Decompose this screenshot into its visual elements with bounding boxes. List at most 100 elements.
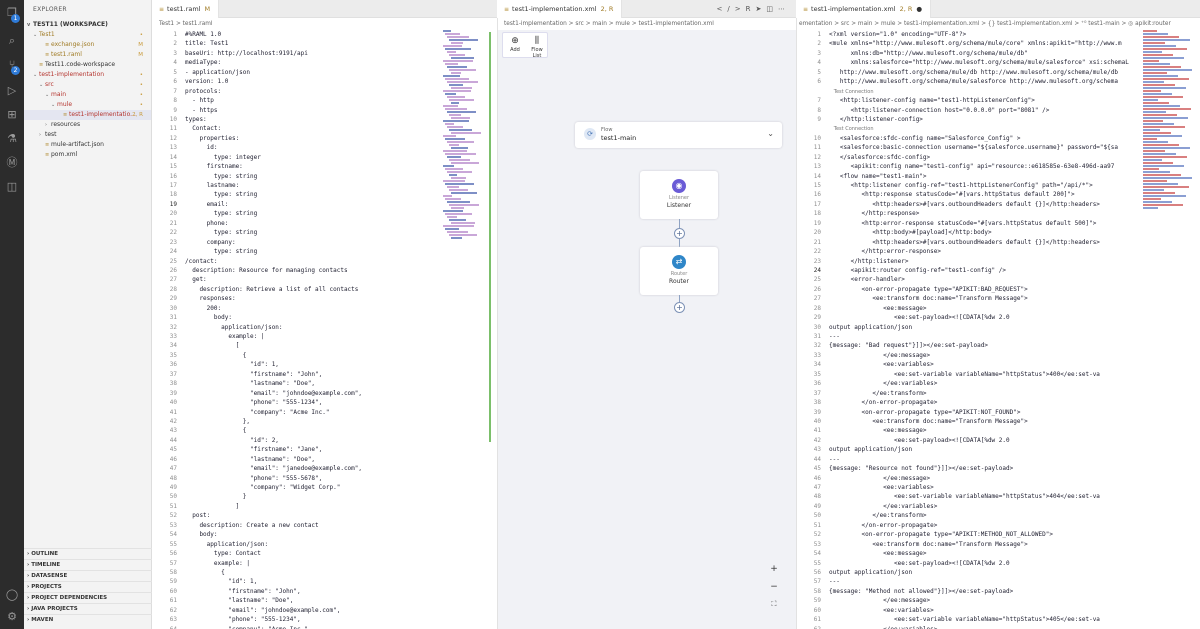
code-line: 61 <ee:set-variable variableName="httpSt… bbox=[797, 615, 1138, 624]
minimap-line bbox=[445, 153, 476, 155]
code-line: 46 </ee:message> bbox=[797, 474, 1138, 483]
tree-item[interactable]: ≡ test1.raml M bbox=[24, 50, 151, 60]
line-number: 53 bbox=[813, 540, 821, 548]
testing-icon[interactable]: ⚗ bbox=[5, 132, 19, 146]
code-lens[interactable]: Test Connection bbox=[829, 126, 874, 132]
accounts-icon[interactable]: ◯ bbox=[5, 588, 19, 602]
line-number: 24 bbox=[813, 266, 821, 274]
split-editor-icon[interactable]: ◫ bbox=[766, 5, 778, 13]
code-text: </ee:variables> bbox=[829, 626, 937, 629]
mulesoft-icon[interactable]: Ⓜ bbox=[5, 156, 19, 170]
tree-item[interactable]: ⌄ src • bbox=[24, 80, 151, 90]
zoom-in-button[interactable]: + bbox=[768, 564, 780, 574]
run-debug-icon[interactable]: ▷ bbox=[5, 84, 19, 98]
minimap-line bbox=[443, 165, 454, 167]
tree-item[interactable]: › resources bbox=[24, 120, 151, 130]
tree-item[interactable]: ⌄ test1-implementation • bbox=[24, 70, 151, 80]
add-component-plus-icon[interactable]: + bbox=[674, 302, 685, 313]
line-number: 18 bbox=[813, 210, 821, 218]
tree-item[interactable]: ≡ Test11.code-workspace bbox=[24, 60, 151, 70]
code-text: "id": 1, bbox=[185, 361, 279, 369]
settings-gear-icon[interactable]: ⚙ bbox=[5, 610, 19, 624]
section-timeline[interactable]: › TIMELINE bbox=[24, 559, 152, 570]
minimap-line bbox=[1143, 162, 1173, 164]
raml-scrollbar[interactable] bbox=[489, 32, 491, 442]
xml-code-editor[interactable]: 1 <?xml version="1.0" encoding="UTF-8"?> 2… bbox=[797, 30, 1138, 629]
more-icon[interactable]: ⋯ bbox=[778, 5, 790, 13]
unsaved-dot-icon[interactable]: ● bbox=[916, 5, 922, 13]
section-projects[interactable]: › PROJECTS bbox=[24, 581, 152, 592]
code-line: 56 output application/json bbox=[797, 568, 1138, 577]
chevron-down-icon[interactable]: ⌄ bbox=[767, 129, 774, 138]
minimap-line bbox=[443, 105, 458, 107]
minimap-line bbox=[1143, 204, 1183, 206]
tab-flow-implementation[interactable]: ≡ test1-implementation.xml 2, R bbox=[498, 0, 623, 18]
raml-minimap[interactable] bbox=[443, 30, 481, 260]
code-text: "firstname": "John", bbox=[185, 370, 323, 378]
line-number: 4 bbox=[173, 59, 177, 67]
code-icon[interactable]: </> bbox=[717, 5, 746, 13]
tree-item[interactable]: ⌄ mule • bbox=[24, 100, 151, 110]
tree-item[interactable]: ≡ pom.xml bbox=[24, 150, 151, 160]
line-number: 28 bbox=[169, 285, 177, 293]
tab-xml-implementation[interactable]: ≡ test1-implementation.xml 2, R ● bbox=[797, 0, 932, 18]
breadcrumb[interactable]: Test1 > test1.raml bbox=[153, 18, 497, 30]
tree-item[interactable]: ≡ exchange.json M bbox=[24, 40, 151, 50]
section-maven[interactable]: › MAVEN bbox=[24, 614, 152, 625]
tree-item[interactable]: ⌄ main • bbox=[24, 90, 151, 100]
line-number: 3 bbox=[817, 49, 821, 57]
add-button[interactable]: ⊕ Add bbox=[505, 35, 525, 57]
extensions-icon[interactable]: ⊞ bbox=[5, 108, 19, 122]
tree-item[interactable]: ≡ test1-implementatio... 2, R bbox=[24, 110, 151, 120]
tree-item[interactable]: ≡ mule-artifact.json bbox=[24, 140, 151, 150]
flow-list-button[interactable]: ⫼ Flow List bbox=[527, 35, 547, 59]
breadcrumb[interactable]: ementation > src > main > mule > test1-i… bbox=[797, 18, 1200, 30]
minimap-line bbox=[1143, 63, 1170, 65]
add-component-plus-icon[interactable]: + bbox=[674, 228, 685, 239]
workspace-header[interactable]: v TEST11 (WORKSPACE) bbox=[24, 20, 151, 30]
code-lens[interactable]: Test Connection bbox=[829, 89, 874, 95]
code-line: 4 xmlns:salesforce="http://www.mulesoft.… bbox=[797, 58, 1138, 67]
code-line: 37 "firstname": "John", bbox=[153, 370, 497, 379]
line-number: 12 bbox=[169, 134, 177, 142]
minimap-line bbox=[1143, 60, 1159, 62]
line-number: 2 bbox=[817, 40, 821, 48]
line-number: 61 bbox=[813, 616, 821, 624]
zoom-out-button[interactable]: − bbox=[768, 582, 780, 592]
code-line: 17 <http:headers>#[vars.outboundHeaders … bbox=[797, 200, 1138, 209]
tree-item-label: resources bbox=[51, 121, 81, 128]
section-project-dependencies[interactable]: › PROJECT DEPENDENCIES bbox=[24, 592, 152, 603]
flow-header-card[interactable]: ⟳ Flow test1-main ⌄ bbox=[575, 122, 782, 148]
breadcrumb[interactable]: test1-implementation > src > main > mule… bbox=[498, 18, 796, 30]
line-number: 19 bbox=[169, 200, 177, 208]
minimap-line bbox=[1143, 189, 1164, 191]
listener-component[interactable]: ◉ Listener Listener bbox=[640, 171, 718, 219]
flow-canvas[interactable]: ⊕ Add ⫼ Flow List ⟳ Flow test1-main ⌄ ◉ Li… bbox=[498, 30, 796, 629]
xml-minimap[interactable] bbox=[1143, 30, 1197, 260]
section-java-projects[interactable]: › JAVA PROJECTS bbox=[24, 603, 152, 614]
tab-problem-mark: 2, R bbox=[600, 5, 614, 13]
line-number: 5 bbox=[173, 68, 177, 76]
xml-editor-pane: ≡ test1-implementation.xml 2, R ● ementatio… bbox=[797, 0, 1200, 629]
search-icon[interactable]: ⌕ bbox=[5, 34, 19, 48]
fit-to-screen-button[interactable]: ⛶ bbox=[768, 600, 780, 609]
code-text: 200: bbox=[185, 304, 222, 312]
line-number: 16 bbox=[813, 191, 821, 199]
xml-tabbar: ≡ test1-implementation.xml 2, R ● bbox=[797, 0, 1200, 18]
minimap-line bbox=[1143, 102, 1169, 104]
minimap-line bbox=[1143, 144, 1179, 146]
minimap-line bbox=[443, 135, 456, 137]
code-line: 51 ] bbox=[153, 502, 497, 511]
router-component[interactable]: ⇄ Router Router bbox=[640, 247, 718, 295]
tree-item[interactable]: › test bbox=[24, 130, 151, 140]
editor-actions[interactable]: </>R➤◫⋯ bbox=[717, 0, 790, 18]
deploy-icon[interactable]: ➤ bbox=[756, 5, 767, 13]
section-datasense[interactable]: › DATASENSE bbox=[24, 570, 152, 581]
remote-explorer-icon[interactable]: ◫ bbox=[5, 180, 19, 194]
tree-item[interactable]: ⌄ Test1 • bbox=[24, 30, 151, 40]
line-number: 6 bbox=[173, 78, 177, 86]
tab-test1-raml[interactable]: ≡ test1.raml M bbox=[153, 0, 220, 18]
r-icon[interactable]: R bbox=[746, 5, 756, 13]
section-outline[interactable]: › OUTLINE bbox=[24, 548, 152, 559]
code-text: <http:headers>#[vars.outboundHeaders def… bbox=[829, 238, 1100, 246]
